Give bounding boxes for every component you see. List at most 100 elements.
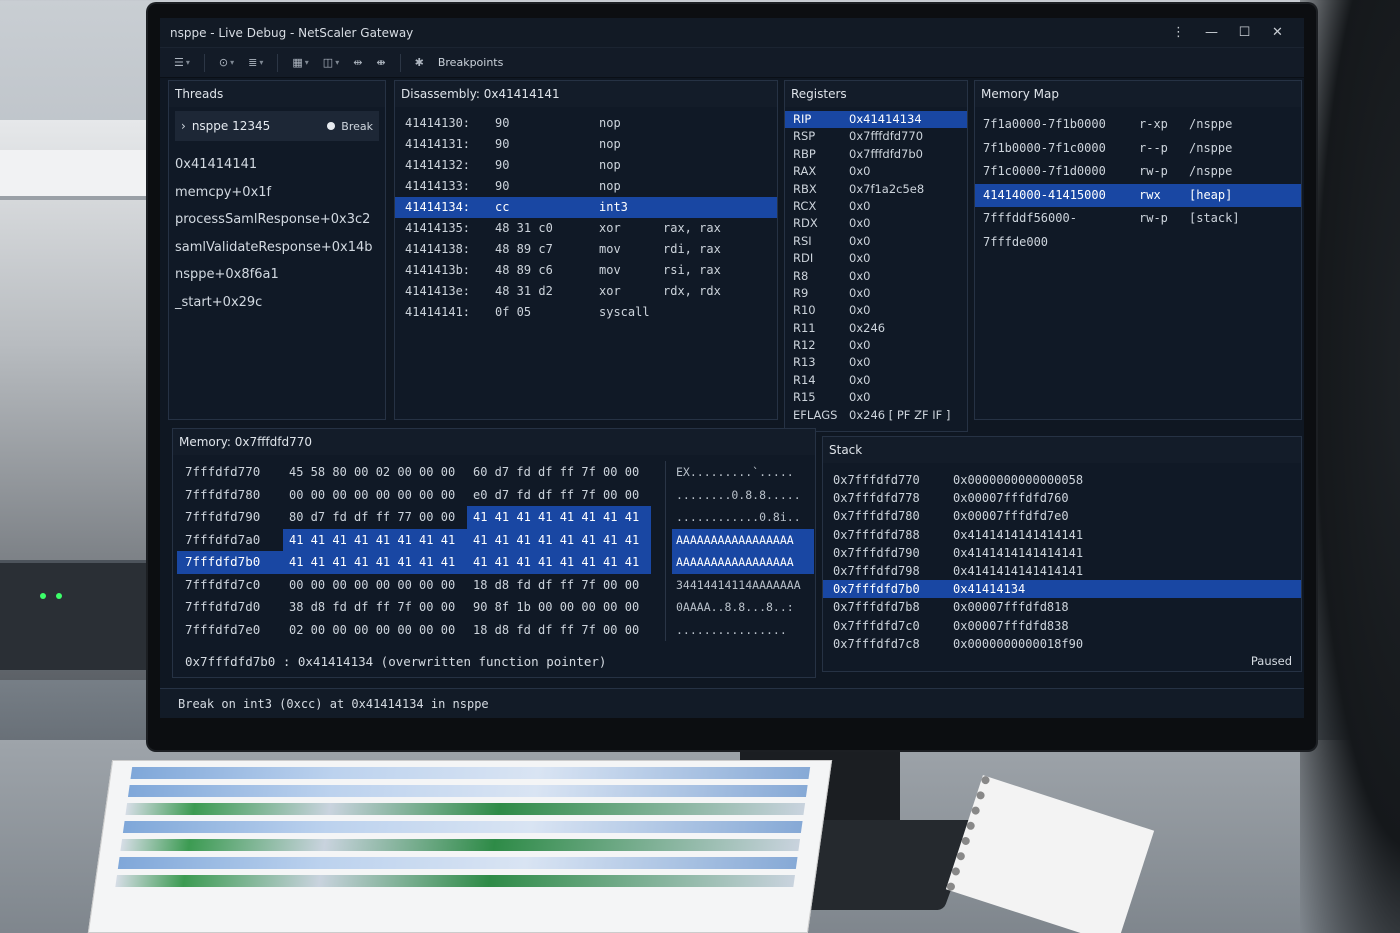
disassembly-row[interactable]: 41414130: 90 nop (395, 113, 777, 134)
memory-panel: Memory: 0x7fffdfd770 7fffdfd770 7fffdfd78… (172, 428, 816, 678)
memory-hex-group[interactable]: 18 d8 fd df ff 7f 00 00 (467, 574, 651, 597)
disassembly-row[interactable]: 41414131: 90 nop (395, 134, 777, 155)
stack-row[interactable]: 0x7fffdfd790 0x4141414141414141 (823, 544, 1301, 562)
memory-ascii-row: ........0.8.8..... (676, 487, 801, 502)
register-value: 0x0 (849, 251, 871, 266)
register-row[interactable]: R13 0x0 (785, 354, 967, 371)
instruction-operands (663, 197, 773, 218)
memory-row-address[interactable]: 7fffdfd7e0 (177, 619, 283, 642)
thread-item[interactable]: › nsppe 12345 Break (175, 111, 379, 141)
breakpoints-button[interactable]: Breakpoints (438, 56, 504, 69)
memory-hex-group[interactable]: 90 8f 1b 00 00 00 00 00 (467, 596, 651, 619)
disassembly-row[interactable]: 41414141: 0f 05 syscall (395, 302, 777, 323)
memory-region-row[interactable]: 7f1c0000-7f1d0000 rw-p/nsppe (975, 160, 1301, 184)
memory-hex-group[interactable]: 80 d7 fd df ff 77 00 00 (283, 506, 467, 529)
watch-icon[interactable]: ◫ ▾ (319, 54, 343, 71)
register-row[interactable]: R8 0x0 (785, 268, 967, 285)
disassembly-row[interactable]: 41414135: 48 31 c0 xor rax, rax (395, 218, 777, 239)
memory-region-row[interactable]: 7f1a0000-7f1b0000 r-xp/nsppe (975, 113, 1301, 137)
memory-row-address[interactable]: 7fffdfd7d0 (177, 596, 283, 619)
memory-region-row[interactable]: 7fffddf56000-7fffde000 rw-p [stack] (975, 207, 1301, 249)
register-row[interactable]: RDI 0x0 (785, 250, 967, 267)
memory-hex-group[interactable]: 60 d7 fd df ff 7f 00 00 (467, 461, 651, 484)
register-row[interactable]: RIP 0x41414134 (785, 111, 967, 129)
memory-hex-group[interactable]: 41 41 41 41 41 41 41 41 (283, 528, 467, 551)
list-view-icon[interactable]: ☰ ▾ (170, 54, 194, 71)
register-row[interactable]: RBP 0x7fffdfd7b0 (785, 146, 967, 163)
disassembly-row[interactable]: 41414134: cc int3 (395, 197, 777, 218)
collapse-icon[interactable]: ⇼ (372, 54, 389, 71)
minimize-button[interactable]: — (1195, 25, 1228, 40)
memory-hex-group[interactable]: 38 d8 fd df ff 7f 00 00 (283, 596, 467, 619)
instruction-bytes: 90 (495, 116, 510, 130)
maximize-button[interactable]: ☐ (1228, 25, 1261, 40)
call-stack-frame[interactable]: samlValidateResponse+0x14b (175, 234, 385, 262)
memory-row-address[interactable]: 7fffdfd770 (177, 461, 283, 484)
register-row[interactable]: R10 0x0 (785, 302, 967, 319)
register-name: R15 (793, 390, 816, 405)
disassembly-row[interactable]: 4141413b: 48 89 c6 mov rsi, rax (395, 260, 777, 281)
memory-region-row[interactable]: 7f1b0000-7f1c0000 r--p/nsppe (975, 137, 1301, 161)
memory-hex-group[interactable]: 41 41 41 41 41 41 41 41 (467, 551, 651, 574)
threads-panel: Threads › nsppe 12345 Break 0x41414141 m… (168, 80, 386, 420)
stack-row[interactable]: 0x7fffdfd780 0x00007fffdfd7e0 (823, 507, 1301, 525)
stack-row[interactable]: 0x7fffdfd778 0x00007fffdfd760 (823, 489, 1301, 507)
register-name: R12 (793, 338, 816, 353)
memory-hex-group[interactable]: 41 41 41 41 41 41 41 41 (467, 528, 651, 551)
call-stack-frame[interactable]: nsppe+0x8f6a1 (175, 261, 385, 289)
memory-hex-row: 80 d7 fd df ff 77 00 00 41 41 41 41 41 41… (283, 506, 659, 529)
memory-hex-group[interactable]: 18 d8 fd df ff 7f 00 00 (467, 619, 651, 642)
register-row[interactable]: R15 0x0 (785, 389, 967, 406)
memory-region-row[interactable]: 41414000-41415000 rwx [heap] (975, 183, 1301, 207)
stack-address: 0x7fffdfd780 (833, 509, 920, 524)
register-row[interactable]: RBX 0x7f1a2c5e8 (785, 181, 967, 198)
disassembly-row[interactable]: 41414138: 48 89 c7 mov rdi, rax (395, 239, 777, 260)
register-row[interactable]: RSP 0x7fffdfd770 (785, 128, 967, 145)
stack-row[interactable]: 0x7fffdfd798 0x4141414141414141 (823, 562, 1301, 580)
register-row[interactable]: R14 0x0 (785, 372, 967, 389)
layout-icon[interactable]: ▦ ▾ (288, 54, 312, 71)
memory-hex-group[interactable]: 00 00 00 00 00 00 00 00 (283, 574, 467, 597)
call-stack-frame[interactable]: memcpy+0x1f (175, 179, 385, 207)
register-name: RBX (793, 181, 817, 196)
memory-hex-group[interactable]: 00 00 00 00 00 00 00 00 (283, 484, 467, 507)
step-into-icon[interactable]: ≣ ▾ (244, 54, 267, 71)
disassembly-row[interactable]: 4141413e: 48 31 d2 xor rdx, rdx (395, 281, 777, 302)
breakpoints-icon[interactable]: ✱ (411, 54, 428, 71)
stack-row[interactable]: 0x7fffdfd7b8 0x00007fffdfd818 (823, 598, 1301, 616)
register-row[interactable]: RCX 0x0 (785, 198, 967, 215)
register-row[interactable]: RAX 0x0 (785, 163, 967, 180)
register-row[interactable]: R12 0x0 (785, 337, 967, 354)
memory-hex-group[interactable]: 41 41 41 41 41 41 41 41 (283, 551, 467, 574)
register-row[interactable]: RDX 0x0 (785, 215, 967, 232)
close-button[interactable]: ✕ (1261, 25, 1294, 40)
stack-row[interactable]: 0x7fffdfd7c0 0x00007fffdfd838 (823, 617, 1301, 635)
disassembly-row[interactable]: 41414132: 90 nop (395, 155, 777, 176)
register-row[interactable]: RSI 0x0 (785, 233, 967, 250)
more-options-icon[interactable]: ⋮ (1162, 25, 1195, 40)
split-icon[interactable]: ⇹ (349, 54, 366, 71)
register-row[interactable]: R11 0x246 (785, 320, 967, 337)
memory-hex-group[interactable]: 45 58 80 00 02 00 00 00 (283, 461, 467, 484)
register-row[interactable]: EFLAGS 0x246 [ PF ZF IF ] (785, 407, 967, 424)
stack-row[interactable]: 0x7fffdfd788 0x4141414141414141 (823, 526, 1301, 544)
memory-hex-group[interactable]: 02 00 00 00 00 00 00 00 (283, 619, 467, 642)
memory-row-address[interactable]: 7fffdfd7b0 (177, 551, 283, 574)
call-stack-frame[interactable]: processSamlResponse+0x3c2 (175, 206, 385, 234)
step-over-icon[interactable]: ⊙ ▾ (215, 54, 238, 71)
memory-hex-group[interactable]: 41 41 41 41 41 41 41 41 (467, 506, 651, 529)
stack-row[interactable]: 0x7fffdfd7b0 0x41414134 (823, 580, 1301, 599)
stack-row[interactable]: 0x7fffdfd770 0x0000000000000058 (823, 471, 1301, 489)
disassembly-row[interactable]: 41414133: 90 nop (395, 176, 777, 197)
memory-row-address[interactable]: 7fffdfd7c0 (177, 574, 283, 597)
call-stack-frame[interactable]: 0x41414141 (175, 151, 385, 179)
memory-hex-group[interactable]: e0 d7 fd df ff 7f 00 00 (467, 484, 651, 507)
stack-row[interactable]: 0x7fffdfd7c8 0x0000000000018f90 (823, 635, 1301, 653)
chevron-right-icon[interactable]: › (181, 119, 186, 133)
register-row[interactable]: R9 0x0 (785, 285, 967, 302)
memory-row-address[interactable]: 7fffdfd780 (177, 484, 283, 507)
memory-row-address[interactable]: 7fffdfd790 (177, 506, 283, 529)
instruction-bytes: cc (495, 200, 510, 214)
memory-row-address[interactable]: 7fffdfd7a0 (177, 529, 283, 552)
call-stack-frame[interactable]: _start+0x29c (175, 289, 385, 317)
